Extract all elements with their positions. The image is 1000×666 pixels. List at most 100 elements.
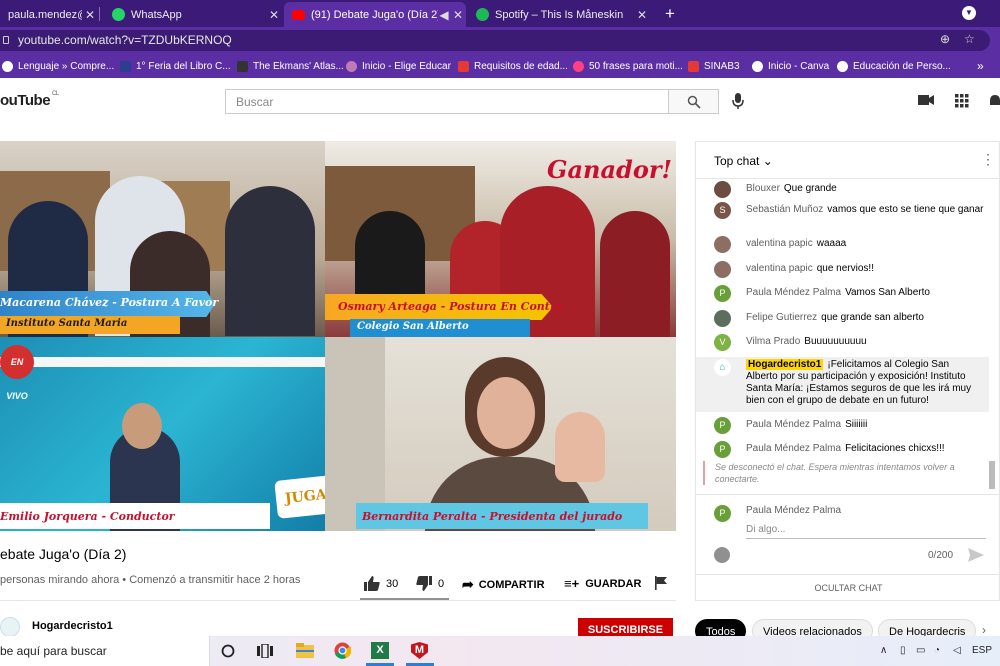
address-bar[interactable]: youtube.com/watch?v=TZDUbKERNOQ ⊕ ☆ [0,30,990,51]
participant-school: Instituto Santa Maria [6,318,128,329]
bookmark-item[interactable]: Lenguaje » Compre... [2,58,114,74]
bookmark-item[interactable]: Inicio - Elige Educar [346,58,451,74]
chat-mode-dropdown[interactable]: Top chat ⌄ [714,154,773,168]
save-label: GUARDAR [585,577,642,590]
hide-chat-button[interactable]: OCULTAR CHAT [696,574,1000,601]
emoji-icon[interactable] [714,547,730,563]
chat-author[interactable]: Paula Méndez Palma [746,443,841,454]
bookmark-item[interactable]: Educación de Perso... [837,58,951,74]
search-button[interactable] [669,89,719,114]
chat-author[interactable]: Felipe Gutierrez [746,312,817,323]
bookmark-item[interactable]: 50 frases para moti... [573,58,683,74]
bookmark-item[interactable]: SINAB3 [688,58,740,74]
close-icon[interactable]: ✕ [266,8,282,22]
tray-wifi-icon[interactable]: ◔ [934,645,940,656]
tray-network-icon[interactable]: ▯ [900,645,906,656]
chat-author[interactable]: valentina papic [746,263,813,274]
chat-author[interactable]: Sebastián Muñoz [746,204,823,215]
wall [325,337,385,531]
task-view-icon[interactable] [257,644,273,658]
youtube-logo[interactable]: ouTube CL [0,91,59,109]
chat-author-owner[interactable]: Hogardecristo1 [746,359,824,370]
install-icon[interactable]: ⊕ [940,32,950,46]
divider [0,600,676,601]
bookmark-label: Inicio - Elige Educar [362,60,451,72]
chat-input[interactable]: Di algo... [746,522,986,539]
notifications-bell-icon[interactable] [990,94,1000,108]
chat-author[interactable]: Paula Méndez Palma [746,287,841,298]
chat-author[interactable]: Vilma Prado [746,336,800,347]
tray-battery-icon[interactable]: ▭ [916,645,925,656]
bookmark-item[interactable]: The Ekmans' Atlas... [237,58,344,74]
chat-scrollbar[interactable] [989,461,995,489]
bookmarks-bar: Lenguaje » Compre... 1° Feria del Libro … [0,54,1000,78]
close-icon[interactable]: ✕ [450,8,466,22]
save-button[interactable]: ≡+ GUARDAR [564,576,641,591]
tab-spotify[interactable]: Spotify – This Is Måneskin ✕ [468,2,650,27]
bookmark-label: Inicio - Canva [768,60,830,72]
tab-whatsapp[interactable]: WhatsApp ✕ [104,2,282,27]
bookmark-label: 1° Feria del Libro C... [136,60,231,72]
bookmark-star-icon[interactable]: ☆ [964,32,975,46]
file-explorer-icon[interactable] [296,643,314,658]
like-button[interactable]: 30 [364,576,398,591]
share-arrow-icon: ➦ [462,576,474,592]
taskbar-search[interactable]: be aquí para buscar [0,636,210,666]
speaker-icon[interactable]: ◀ [438,8,450,22]
bookmark-label: The Ekmans' Atlas... [253,60,344,72]
chat-author[interactable]: Blouxer [746,183,780,194]
thumbs-down-icon [416,576,432,591]
mcafee-icon[interactable]: M [411,642,428,659]
chevron-down-icon: ⌄ [762,154,773,168]
chrome-icon[interactable] [334,642,351,659]
chat-text: Siiiiiii [845,419,868,430]
create-video-icon[interactable] [918,94,934,106]
chevron-right-icon[interactable]: › [982,623,986,637]
bookmark-item[interactable]: Inicio - Canva [752,58,829,74]
tab-title: paula.mendez@san [8,8,82,21]
bookmark-favicon [120,60,131,72]
dislike-button[interactable]: 0 [416,576,444,591]
chat-author[interactable]: Paula Méndez Palma [746,419,841,430]
screen: paula.mendez@san ✕ WhatsApp ✕ (91) Debat… [0,0,1000,666]
send-icon[interactable] [968,548,984,562]
share-button[interactable]: ➦ COMPARTIR [462,576,545,593]
cortana-icon[interactable] [221,644,235,658]
logo-text: ouTube [0,92,51,109]
tray-chevron-up-icon[interactable]: ∧ [880,645,887,656]
bookmark-item[interactable]: 1° Feria del Libro C... [120,58,231,74]
channel-avatar[interactable] [0,617,20,637]
close-icon[interactable]: ✕ [634,8,650,22]
url-text[interactable]: youtube.com/watch?v=TZDUbKERNOQ [18,33,232,47]
video-player[interactable]: Ganador! EN VIVO JUGA'O Macarena Chávez … [0,141,676,531]
more-options-icon[interactable]: ⋮ [981,151,995,168]
microphone-icon[interactable] [731,92,745,110]
youtube-masthead: ouTube CL Buscar [0,78,1000,124]
tab-search-icon[interactable]: ▼ [962,6,976,20]
close-icon[interactable]: ✕ [82,8,98,22]
chat-composer: P Paula Méndez Palma Di algo... 0/200 [696,494,1000,574]
student [225,186,315,336]
more-bookmarks-icon[interactable]: » [977,58,984,74]
bookmark-label: Lenguaje » Compre... [18,60,115,72]
video-title: ebate Juga'o (Día 2) [0,546,127,562]
report-button[interactable] [655,576,667,590]
apps-grid-icon[interactable] [955,94,969,108]
tray-volume-icon[interactable]: ◁ [953,645,961,656]
bookmark-label: SINAB3 [704,60,740,72]
char-counter: 0/200 [928,550,954,561]
tab-youtube[interactable]: (91) Debate Juga'o (Día 2) - ◀ ✕ [284,2,466,27]
search-input[interactable]: Buscar [225,89,669,114]
flag-icon [655,576,667,590]
new-tab-button[interactable]: + [660,4,680,24]
chat-text: vamos que esto se tiene que ganar [827,204,984,215]
bookmark-item[interactable]: Requisitos de edad... [458,58,568,74]
globe-icon [837,60,848,72]
tab-gmail[interactable]: paula.mendez@san ✕ [0,2,98,27]
channel-name[interactable]: Hogardecristo1 [32,620,113,632]
excel-icon[interactable]: X [371,642,389,659]
chat-author[interactable]: valentina papic [746,238,813,249]
tab-title: Spotify – This Is Måneskin [495,8,624,21]
tray-language[interactable]: ESP [972,645,992,656]
avatar [714,236,731,253]
